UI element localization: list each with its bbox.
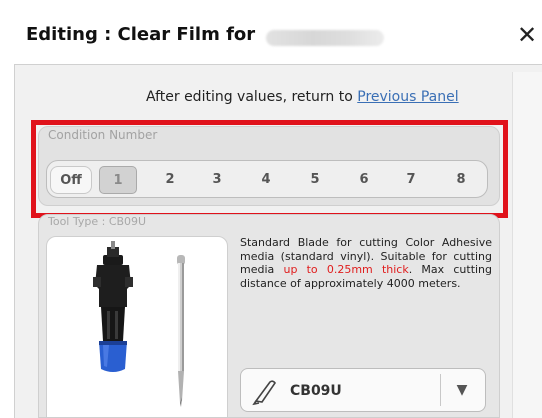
close-icon[interactable]: ✕ <box>515 20 539 50</box>
redacted-title-text <box>266 30 384 46</box>
scrollbar[interactable] <box>512 72 542 418</box>
thickness-warning: up to 0.25mm thick <box>283 263 409 277</box>
previous-panel-link[interactable]: Previous Panel <box>357 89 458 105</box>
tool-type-label: Tool Type : CB09U <box>48 215 147 228</box>
dropdown-divider <box>440 374 441 406</box>
window-title: Editing : Clear Film for <box>26 24 256 45</box>
blade-type-value: CB09U <box>290 383 342 399</box>
return-notice: After editing values, return to Previous… <box>146 89 459 105</box>
tool-description: Standard Blade for cutting Color Adhesiv… <box>240 236 492 290</box>
highlight-box <box>31 120 508 218</box>
blade-icon <box>252 380 276 406</box>
chevron-down-icon[interactable]: ▼ <box>452 380 472 400</box>
blade-image <box>177 255 185 407</box>
tool-image-box <box>46 236 228 418</box>
return-notice-text: After editing values, return to <box>146 89 358 105</box>
